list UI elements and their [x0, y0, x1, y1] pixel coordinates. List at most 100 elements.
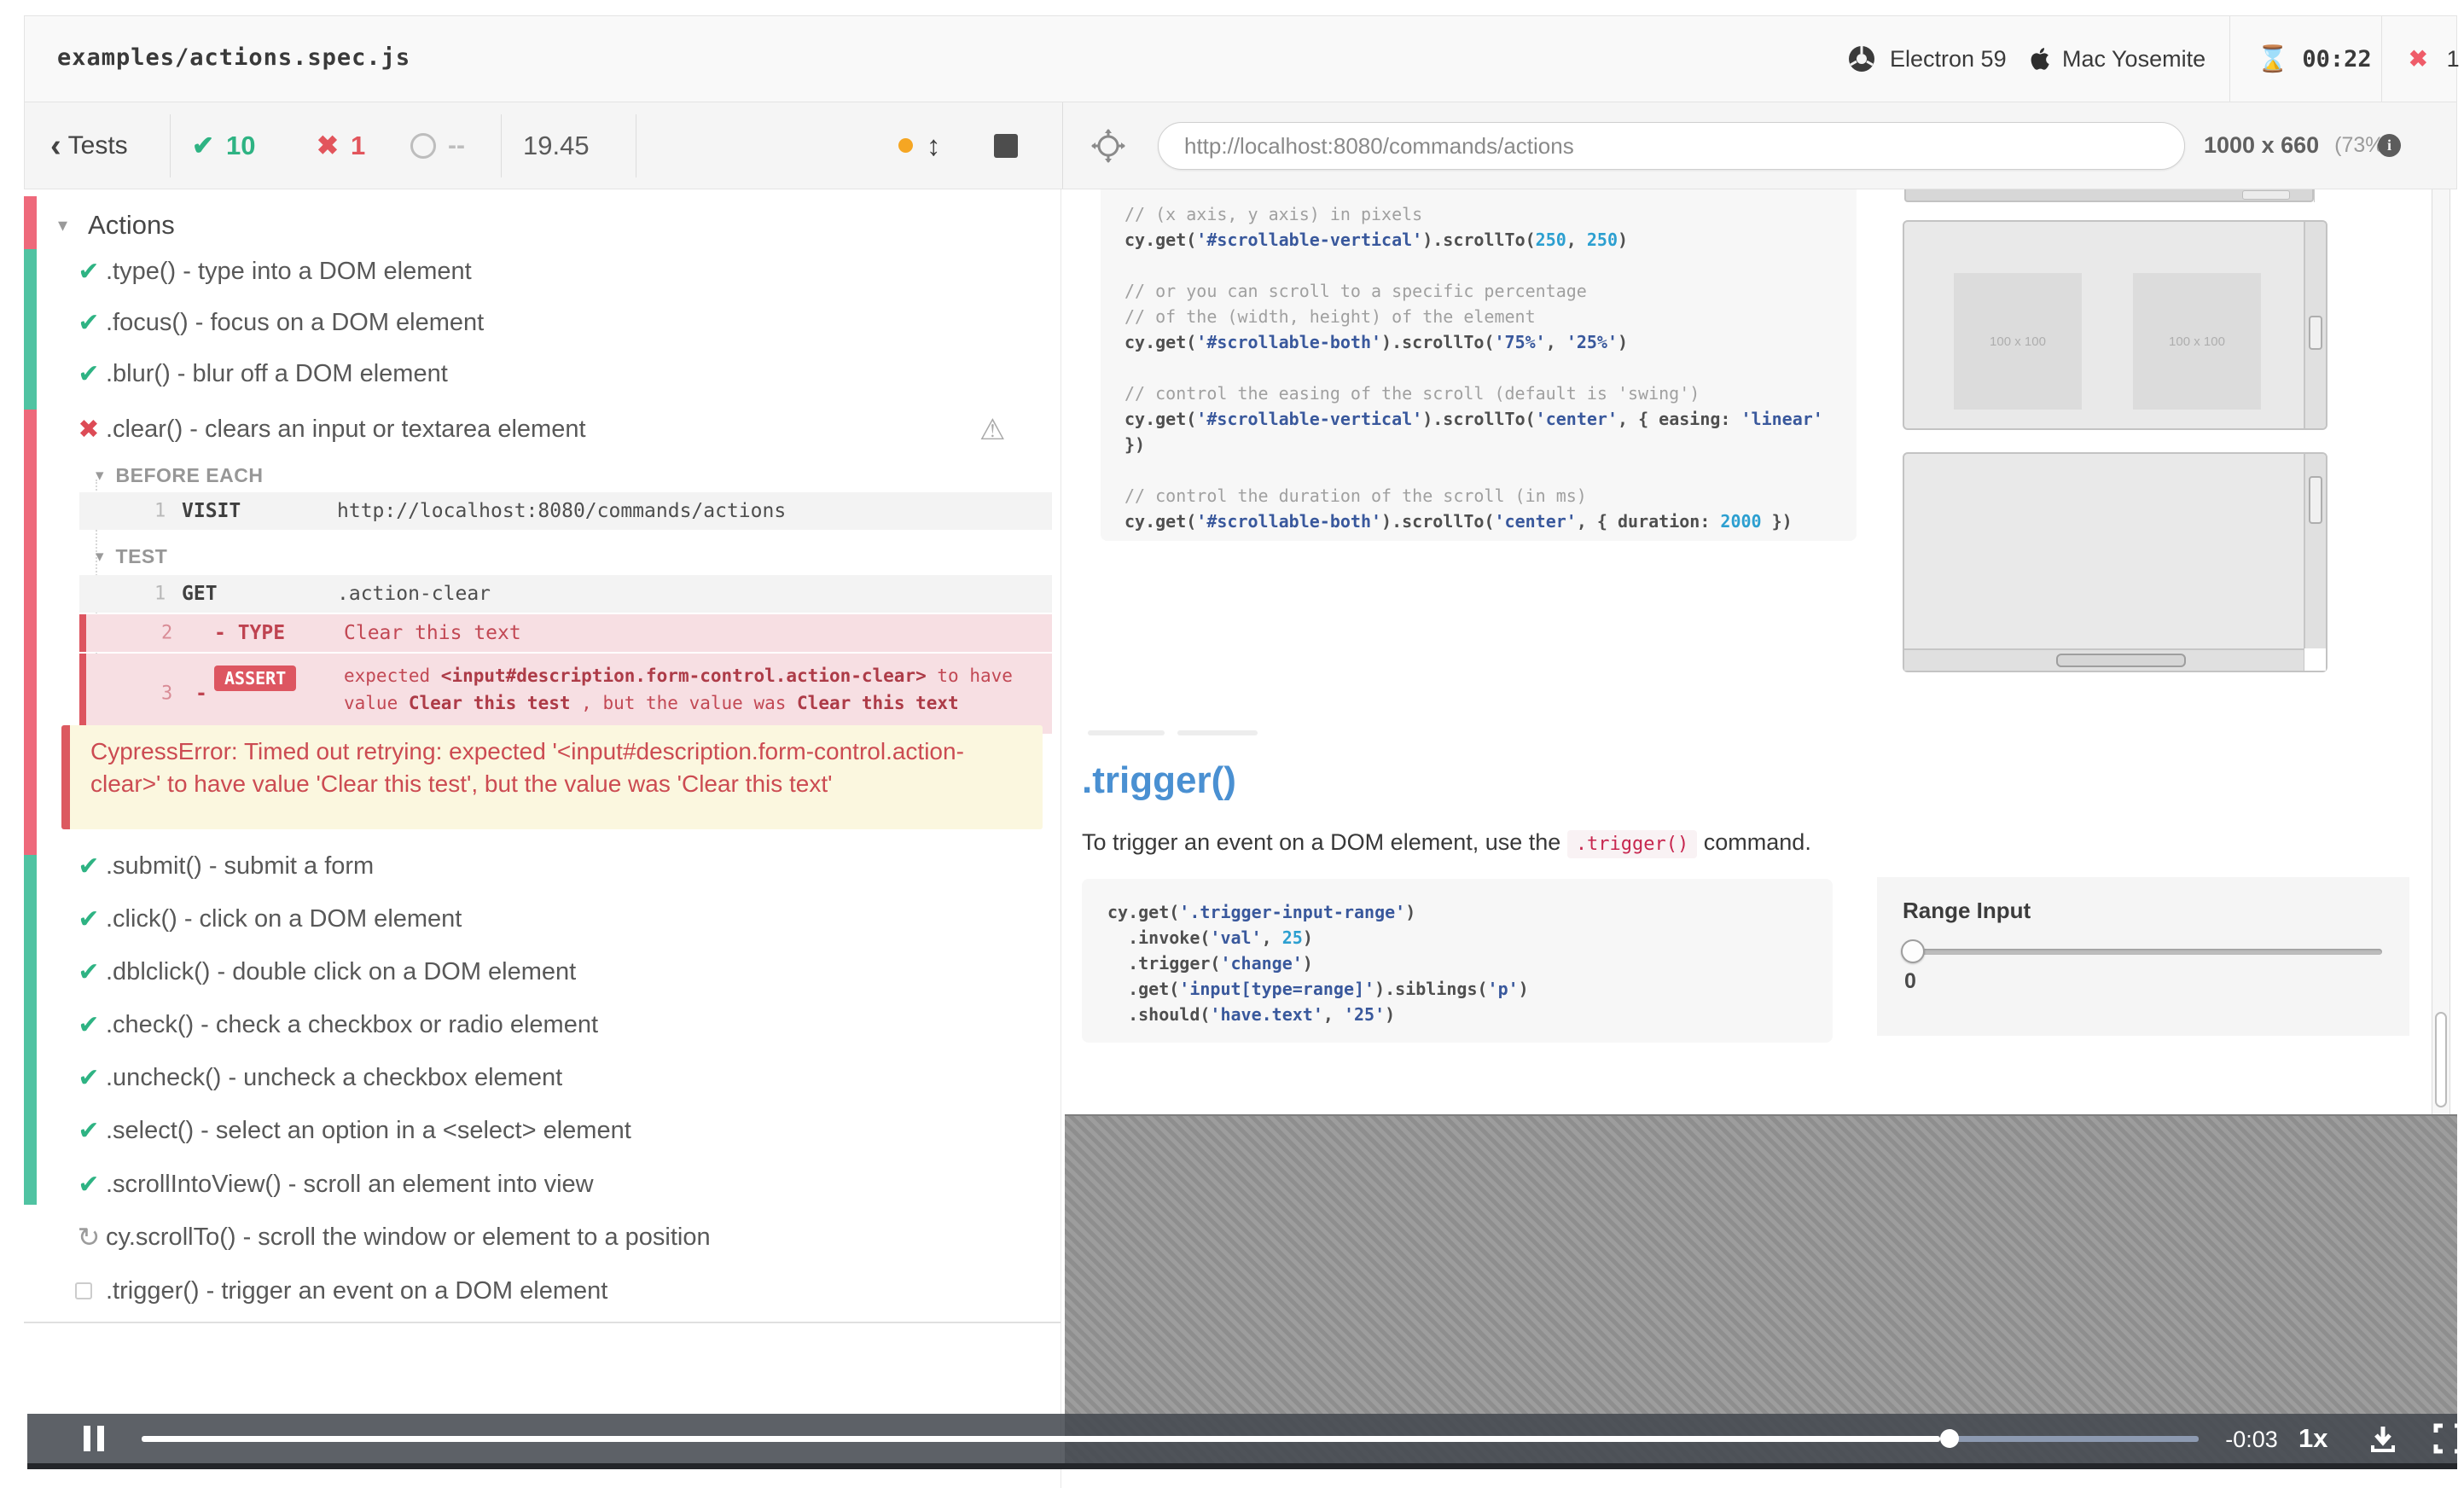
code-line: cy.get('#scrollable-vertical').scrollTo(… — [1124, 409, 1823, 429]
horizontal-scrollbar[interactable] — [1904, 648, 2304, 671]
caret-down-icon: ▾ — [96, 466, 104, 485]
failed-number: 1 — [350, 130, 366, 160]
browser-name: Electron 59 — [1890, 45, 2007, 72]
reporter-bottom-divider — [24, 1322, 1061, 1323]
before-each-header[interactable]: ▾ BEFORE EACH — [96, 462, 263, 488]
failed-icon: ✖ — [78, 415, 100, 444]
seek-playhead[interactable] — [1940, 1429, 1959, 1448]
test-title: .select() - select an option in a <selec… — [106, 1116, 631, 1144]
trigger-desc-post: command. — [1703, 829, 1811, 855]
test-item[interactable]: ✔ .blur() - blur off a DOM element — [24, 355, 1061, 392]
os-name: Mac Yosemite — [2062, 45, 2206, 72]
trigger-description: To trigger an event on a DOM element, us… — [1082, 829, 1811, 858]
scrollbar-corner — [2314, 189, 2336, 202]
passed-icon: ✔ — [78, 957, 100, 986]
aut-scrollbar-track[interactable] — [2432, 189, 2450, 1114]
run-duration: 19.45 — [523, 130, 590, 160]
viewport-info-button[interactable]: i — [2378, 102, 2401, 189]
test-item[interactable]: ✔ .type() - type into a DOM element — [24, 253, 1061, 290]
playback-speed-button[interactable]: 1x — [2298, 1423, 2327, 1454]
code-line: .should('have.text', '25') — [1107, 1004, 1396, 1025]
header-divider — [2229, 16, 2230, 102]
url-bar[interactable]: http://localhost:8080/commands/actions — [1158, 122, 2185, 170]
horizontal-scrollbar-thumb[interactable] — [2056, 654, 2186, 667]
before-each-label: BEFORE EACH — [115, 463, 264, 486]
suite-strip-red — [24, 196, 37, 249]
test-body-header[interactable]: ▾ TEST — [96, 543, 167, 569]
test-item[interactable]: ✔ .focus() - focus on a DOM element — [24, 304, 1061, 341]
caret-down-icon: ▾ — [96, 547, 104, 566]
seek-bar-played — [142, 1436, 1940, 1442]
browser-info[interactable]: Electron 59 — [1847, 16, 2007, 102]
cypress-runner: examples/actions.spec.js Electron 59 Mac… — [0, 0, 2464, 1488]
os-info: Mac Yosemite — [2028, 16, 2205, 102]
toolbar-divider-2 — [501, 114, 502, 177]
test-item[interactable]: ✖ .clear() - clears an input or textarea … — [24, 410, 1061, 448]
assert-badge: ASSERT — [214, 666, 297, 691]
vertical-scrollbar[interactable] — [2304, 454, 2326, 671]
demo-tile: 100 x 100 — [2133, 273, 2261, 410]
test-title: .uncheck() - uncheck a checkbox element — [106, 1063, 563, 1091]
trigger-section-heading[interactable]: .trigger() — [1082, 759, 1236, 802]
code-line: .trigger('change') — [1107, 953, 1313, 974]
scrollable-horizontal-bar[interactable] — [1904, 189, 2314, 202]
updown-arrow-icon: ↕ — [927, 129, 941, 161]
command-message: Clear this text — [344, 622, 521, 644]
code-block-scrollto: // (x axis, y axis) in pixels cy.get('#sc… — [1101, 189, 1857, 541]
passed-icon: ✔ — [78, 308, 100, 337]
video-player-bar: -0:03 1x — [27, 1414, 2464, 1463]
range-slider-thumb[interactable] — [1901, 939, 1925, 963]
crosshair-icon — [1090, 127, 1127, 165]
scrollable-box-both[interactable] — [1903, 452, 2327, 672]
auto-scroll-toggle[interactable]: ↕ — [898, 102, 941, 189]
pause-icon — [84, 1426, 90, 1451]
code-line: cy.get('#scrollable-both').scrollTo('cen… — [1124, 511, 1793, 532]
test-item[interactable]: ↻ cy.scrollTo() - scroll the window or el… — [24, 1218, 1061, 1256]
test-item[interactable]: ✔ .scrollIntoView() - scroll an element i… — [24, 1165, 1061, 1203]
command-row-type[interactable]: 2 - TYPE Clear this text — [79, 614, 1052, 652]
aut-scrollbar-thumb[interactable] — [2435, 1012, 2447, 1107]
test-title: .blur() - blur off a DOM element — [106, 359, 448, 387]
electron-browser-icon — [1847, 44, 1876, 73]
scrollable-box-vertical[interactable]: 100 x 100 100 x 100 — [1903, 220, 2327, 430]
suite-actions[interactable]: ▾ Actions — [58, 206, 175, 244]
vertical-scrollbar-thumb[interactable] — [2309, 476, 2322, 524]
horizontal-scrollbar-thumb[interactable] — [2242, 190, 2290, 200]
toolbar: ‹ Tests ✔ 10 ✖ 1 -- 19.45 ↕ http://local… — [24, 102, 2457, 189]
fullscreen-button[interactable] — [2433, 1423, 2464, 1454]
test-title: .click() - click on a DOM element — [106, 904, 462, 933]
download-button[interactable] — [2367, 1423, 2399, 1456]
test-title: .trigger() - trigger an event on a DOM e… — [106, 1276, 608, 1305]
assert-message: expected <input#description.form-control… — [344, 666, 1013, 713]
stop-button[interactable] — [994, 134, 1018, 158]
trigger-inline-code: .trigger() — [1566, 830, 1698, 858]
toolbar-divider — [170, 114, 171, 177]
passed-number: 10 — [225, 130, 256, 160]
selector-playground-button[interactable] — [1090, 102, 1127, 189]
aut-preview: // (x axis, y axis) in pixels cy.get('#sc… — [1065, 189, 2457, 1488]
test-item[interactable]: ✔ .select() - select an option in a <sele… — [24, 1112, 1061, 1149]
test-item[interactable]: ✔ .uncheck() - uncheck a checkbox element — [24, 1059, 1061, 1096]
code-line: cy.get('#scrollable-vertical').scrollTo(… — [1124, 230, 1629, 250]
range-slider[interactable] — [1901, 939, 2382, 963]
test-title: .submit() - submit a form — [106, 852, 375, 880]
test-item[interactable]: ✔ .check() - check a checkbox or radio el… — [24, 1006, 1061, 1043]
command-row-get[interactable]: 1 GET .action-clear — [79, 575, 1052, 613]
pending-box-icon — [75, 1282, 92, 1299]
failed-strip-red — [24, 410, 37, 855]
back-to-tests-button[interactable]: ‹ Tests — [50, 102, 128, 189]
test-item[interactable]: ✔ .submit() - submit a form — [24, 847, 1061, 885]
player-bottom-line — [27, 1463, 2457, 1469]
vertical-scrollbar[interactable] — [2304, 222, 2326, 428]
failure-counter: ✖ 1 — [2409, 16, 2460, 102]
test-item[interactable]: .trigger() - trigger an event on a DOM e… — [24, 1272, 1061, 1310]
command-row-assert[interactable]: 3 - ASSERT expected <input#description.f… — [79, 654, 1052, 734]
vertical-scrollbar-thumb[interactable] — [2309, 316, 2322, 350]
reporter-panel: ▾ Actions ✔ .type() - type into a DOM ele… — [24, 189, 1061, 1488]
command-number: 3 — [161, 683, 173, 705]
command-row-visit[interactable]: 1 VISIT http://localhost:8080/commands/a… — [79, 492, 1052, 530]
test-item[interactable]: ✔ .dblclick() - double click on a DOM ele… — [24, 953, 1061, 991]
test-item[interactable]: ✔ .click() - click on a DOM element — [24, 900, 1061, 938]
